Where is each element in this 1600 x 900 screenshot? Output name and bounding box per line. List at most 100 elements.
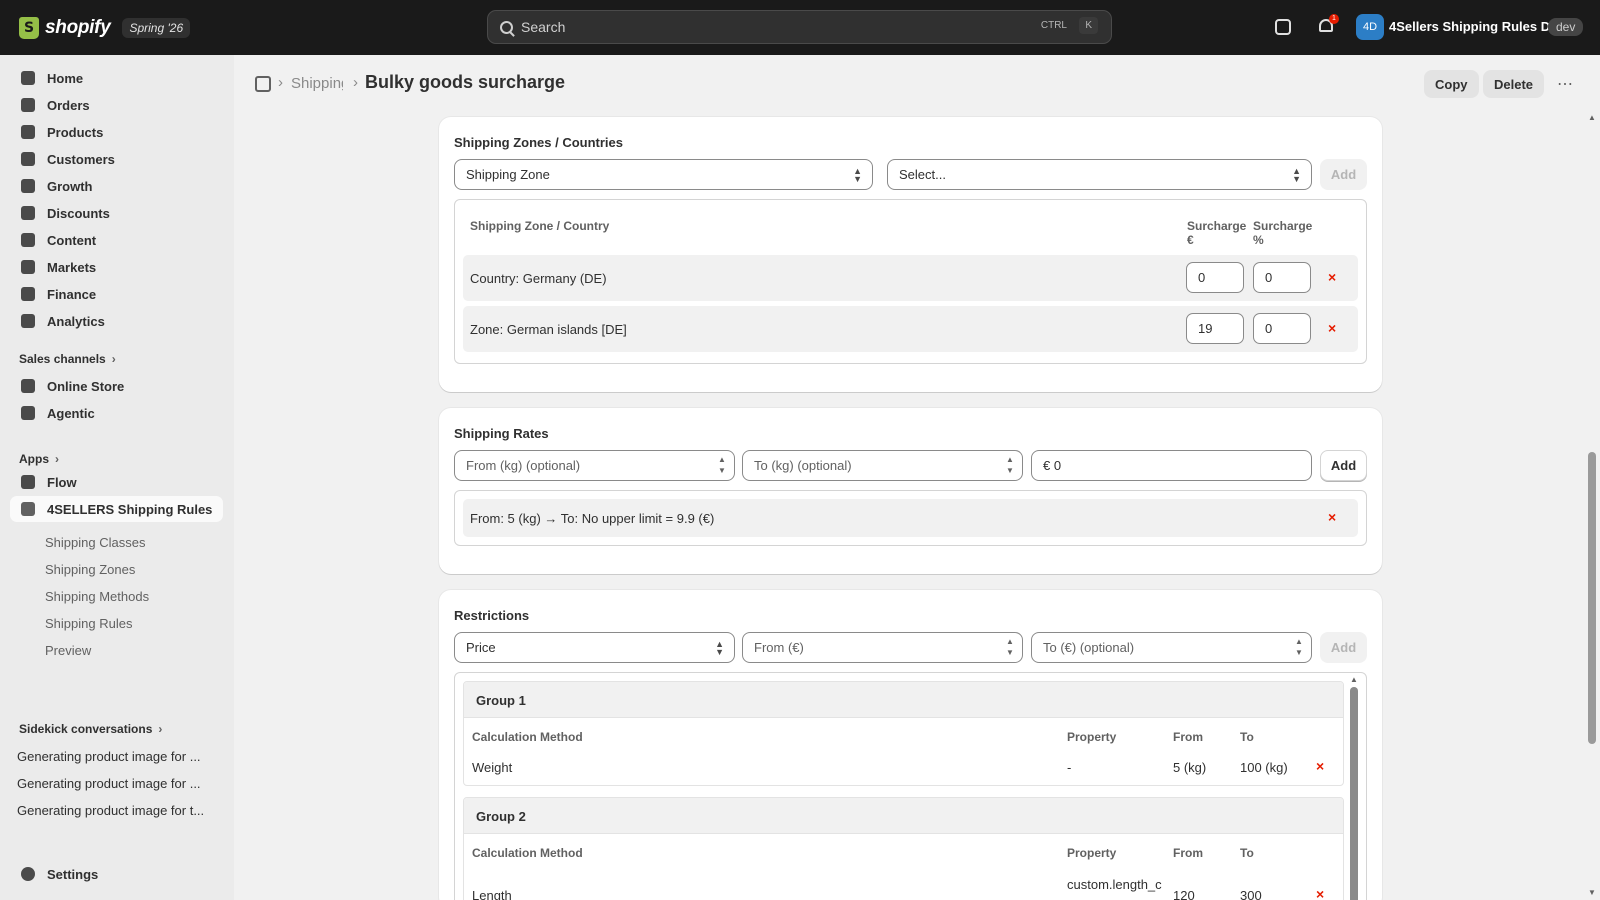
- stepper-icon[interactable]: ▲ ▼: [1292, 636, 1306, 658]
- col-from-header: From: [1173, 846, 1203, 860]
- header-line: Surcharge: [1253, 219, 1313, 233]
- sidekick-conversation-item[interactable]: Generating product image for ...: [17, 776, 217, 791]
- remove-row-icon[interactable]: ×: [1328, 320, 1336, 336]
- sidebar-item-discounts[interactable]: Discounts: [10, 200, 223, 226]
- chevron-right-icon: ›: [158, 722, 163, 736]
- sidebar-item-customers[interactable]: Customers: [10, 146, 223, 172]
- chevron-right-icon: ›: [55, 452, 59, 466]
- sidebar-item-markets[interactable]: Markets: [10, 254, 223, 280]
- rate-to-input[interactable]: To (kg) (optional) ▲ ▼: [742, 450, 1023, 481]
- sidekick-conversation-item[interactable]: Generating product image for ...: [17, 749, 217, 764]
- copy-button[interactable]: Copy: [1424, 70, 1479, 98]
- card-title: Restrictions: [454, 608, 530, 623]
- delete-button[interactable]: Delete: [1483, 70, 1545, 98]
- from-value: 5 (kg): [1173, 760, 1207, 775]
- sidebar-item-flow[interactable]: Flow: [10, 469, 223, 495]
- sidebar-item-label: Analytics: [47, 313, 105, 329]
- remove-row-icon[interactable]: ×: [1316, 758, 1324, 774]
- sidebar-item-label: Settings: [47, 866, 99, 882]
- store-icon: [21, 379, 35, 393]
- restriction-type-select[interactable]: Price ▲ ▼: [454, 632, 735, 663]
- restriction-to-input[interactable]: To (€) (optional) ▲ ▼: [1031, 632, 1312, 663]
- sub-item-shipping-zones[interactable]: Shipping Zones: [45, 562, 135, 577]
- sidekick-conversation-item[interactable]: Generating product image for t...: [17, 803, 217, 818]
- stepper-icon[interactable]: ▲ ▼: [1003, 636, 1017, 658]
- flow-icon: [21, 475, 35, 489]
- group-header: Group 1: [464, 682, 1343, 718]
- surcharge-pct-input[interactable]: 0: [1253, 313, 1311, 344]
- sub-item-shipping-methods[interactable]: Shipping Methods: [45, 589, 149, 604]
- restriction-from-input[interactable]: From (€) ▲ ▼: [742, 632, 1023, 663]
- inner-scrollbar-thumb[interactable]: [1350, 687, 1358, 900]
- sidebar-item-label: Online Store: [47, 378, 125, 394]
- surcharge-eur-input[interactable]: 0: [1186, 262, 1244, 293]
- avatar[interactable]: 4D: [1356, 14, 1384, 40]
- sidebar-item-label: Finance: [47, 286, 97, 302]
- page-scrollbar-thumb[interactable]: [1588, 452, 1596, 744]
- sidebar-item-products[interactable]: Products: [10, 119, 223, 145]
- surcharge-pct-input[interactable]: 0: [1253, 262, 1311, 293]
- sub-item-preview[interactable]: Preview: [45, 643, 91, 658]
- list-item: From: 5 (kg) → To: No upper limit = 9.9 …: [463, 499, 1358, 537]
- stepper-icon[interactable]: ▲ ▼: [1003, 454, 1017, 476]
- sidebar-item-orders[interactable]: Orders: [10, 92, 223, 118]
- breadcrumb-separator: ›: [278, 74, 283, 91]
- apps-heading[interactable]: Apps ›: [19, 452, 59, 466]
- header-line: %: [1253, 233, 1264, 247]
- add-rate-button[interactable]: Add: [1320, 450, 1367, 481]
- add-restriction-button[interactable]: Add: [1320, 632, 1367, 663]
- page-scrollbar[interactable]: [1588, 126, 1596, 888]
- sidebar-item-growth[interactable]: Growth: [10, 173, 223, 199]
- method-value: Length: [472, 888, 512, 900]
- group-title: Group 2: [476, 809, 526, 824]
- breadcrumb-separator: ›: [353, 74, 358, 91]
- sidebar-item-agentic[interactable]: Agentic: [10, 400, 223, 426]
- inner-scrollbar[interactable]: [1350, 687, 1358, 900]
- env-badge: dev: [1548, 18, 1584, 36]
- sidebar-item-settings[interactable]: Settings: [10, 861, 223, 887]
- zone-label: Zone: German islands [DE]: [470, 322, 627, 337]
- sidebar-item-analytics[interactable]: Analytics: [10, 308, 223, 334]
- shopify-logo[interactable]: shopify Spring '26: [19, 16, 191, 39]
- col-method-header: Calculation Method: [472, 730, 583, 744]
- breadcrumb-parent-link[interactable]: Shipping Rules: [291, 75, 343, 92]
- sub-item-shipping-classes[interactable]: Shipping Classes: [45, 535, 145, 550]
- sidekick-heading[interactable]: Sidekick conversations ›: [19, 722, 162, 736]
- sidebar-item-home[interactable]: Home: [10, 65, 223, 91]
- scroll-up-icon[interactable]: ▲: [1350, 675, 1358, 684]
- remove-row-icon[interactable]: ×: [1328, 269, 1336, 285]
- rate-from-input[interactable]: From (kg) (optional) ▲ ▼: [454, 450, 735, 481]
- col-zone-header: Shipping Zone / Country: [470, 219, 610, 233]
- sidebar-item-content[interactable]: Content: [10, 227, 223, 253]
- rates-list: From: 5 (kg) → To: No upper limit = 9.9 …: [454, 490, 1367, 546]
- surcharge-eur-input[interactable]: 19: [1186, 313, 1244, 344]
- zone-type-select[interactable]: Shipping Zone ▲ ▼: [454, 159, 873, 190]
- restrictions-card: Restrictions Price ▲ ▼ From (€) ▲ ▼ To (€)…: [439, 590, 1382, 900]
- notification-count: 1: [1329, 14, 1339, 24]
- remove-row-icon[interactable]: ×: [1316, 886, 1324, 900]
- sub-item-shipping-rules[interactable]: Shipping Rules: [45, 616, 132, 631]
- zone-value-select[interactable]: Select... ▲ ▼: [887, 159, 1312, 190]
- sales-channels-heading[interactable]: Sales channels ›: [19, 352, 116, 366]
- page-scroll-up-icon[interactable]: ▲: [1588, 113, 1596, 122]
- sidebar-item-label: Products: [47, 124, 104, 140]
- sidebar-item-label: Customers: [47, 151, 115, 167]
- shipping-rates-card: Shipping Rates From (kg) (optional) ▲ ▼ T…: [439, 408, 1382, 574]
- chevron-right-icon: ›: [111, 352, 116, 366]
- sidekick-icon[interactable]: [1275, 19, 1291, 35]
- sidebar-item-finance[interactable]: Finance: [10, 281, 223, 307]
- remove-row-icon[interactable]: ×: [1328, 509, 1336, 525]
- add-zone-button[interactable]: Add: [1320, 159, 1367, 190]
- more-actions-icon[interactable]: ⋯: [1557, 74, 1574, 94]
- restriction-groups-panel: Group 1 Calculation Method Property From…: [454, 672, 1367, 900]
- notifications-bell-icon[interactable]: 1: [1317, 14, 1339, 37]
- page-scroll-down-icon[interactable]: ▼: [1588, 888, 1596, 897]
- rate-price-input[interactable]: € 0: [1031, 450, 1312, 481]
- select-value: Shipping Zone: [466, 167, 550, 182]
- search-input[interactable]: Search CTRL K: [487, 10, 1112, 44]
- sidebar-item-online-store[interactable]: Online Store: [10, 373, 223, 399]
- app-breadcrumb-icon[interactable]: [255, 76, 271, 92]
- store-name[interactable]: 4Sellers Shipping Rules D...: [1389, 19, 1561, 34]
- stepper-icon[interactable]: ▲ ▼: [715, 454, 729, 476]
- sidebar-item-shipping-rules-app[interactable]: 4SELLERS Shipping Rules: [10, 496, 223, 522]
